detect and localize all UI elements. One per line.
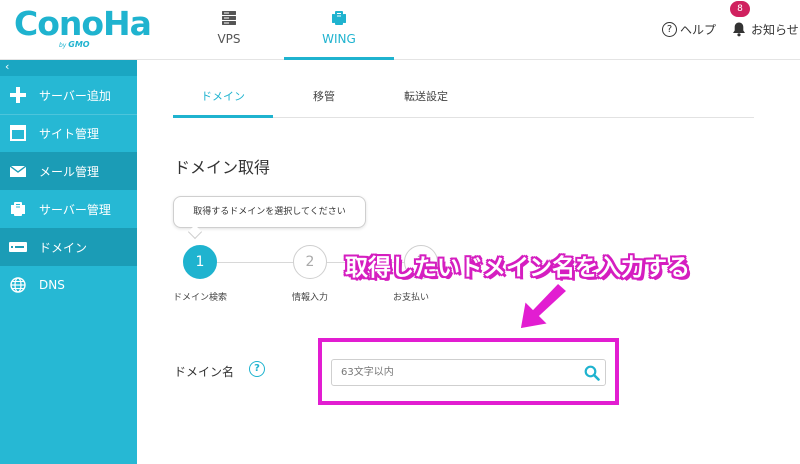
plus-icon [9, 86, 27, 104]
nav-tab-wing[interactable]: WING [284, 0, 394, 60]
help-label: ヘルプ [680, 22, 717, 37]
domain-icon [9, 238, 27, 256]
domain-search-box [331, 359, 606, 386]
step-2-label: 情報入力 [291, 293, 328, 303]
conoha-logo[interactable]: ConoHa by GMO [10, 4, 152, 54]
annotation-caption: 取得したいドメイン名を入力する [345, 255, 690, 281]
nav-tab-vps[interactable]: VPS [174, 0, 284, 60]
step-tooltip: 取得するドメインを選択してください [173, 196, 366, 228]
domain-tabs: ドメイン 移管 転送設定 [173, 80, 754, 118]
step-1-label: ドメイン検索 [172, 293, 227, 303]
sidebar-item-dns[interactable]: DNS [0, 266, 137, 304]
sidebar-item-domain[interactable]: ドメイン [0, 228, 137, 266]
sidebar-item-mail[interactable]: メール管理 [0, 152, 137, 190]
window-icon [9, 124, 27, 142]
tab-forwarding[interactable]: 転送設定 [378, 80, 474, 118]
sidebar-item-label: サーバー追加 [39, 88, 111, 103]
server-icon [9, 200, 27, 218]
sidebar-item-label: サーバー管理 [39, 202, 111, 217]
wing-server-icon [332, 11, 346, 25]
domain-name-label: ドメイン名 [174, 365, 235, 379]
sidebar-item-label: DNS [39, 278, 65, 292]
notice-label: お知らせ [751, 22, 799, 37]
chevron-left-icon: ‹ [5, 60, 10, 73]
top-header: ConoHa by GMO VPS WING ? ヘルプ 8 お知らせ [0, 0, 800, 60]
step-1-circle: 1 [183, 245, 217, 279]
sidebar-item-server[interactable]: サーバー管理 [0, 190, 137, 228]
question-icon[interactable]: ? [249, 361, 265, 377]
help-link[interactable]: ? ヘルプ [662, 19, 716, 39]
page-title: ドメイン取得 [174, 158, 271, 177]
notification-count-badge: 8 [730, 1, 750, 17]
logo-wordmark: ConoHa [14, 4, 152, 43]
logo-by: by [59, 42, 67, 49]
sidebar-collapse-button[interactable]: ‹ [0, 60, 137, 76]
annotation-arrow-icon [519, 281, 569, 330]
logo-gmo: GMO [68, 40, 90, 49]
globe-icon [9, 276, 27, 294]
tab-domain[interactable]: ドメイン [173, 80, 273, 118]
sidebar-item-label: ドメイン [39, 240, 88, 255]
search-icon[interactable] [584, 365, 600, 381]
sidebar: ‹ サーバー追加 サイト管理 メール管理 サーバー管理 ドメイン DNS [0, 60, 137, 464]
server-stack-icon [222, 11, 236, 25]
bell-icon [733, 22, 745, 37]
notice-link[interactable]: お知らせ [731, 19, 799, 39]
step-3-label: お支払い [392, 293, 429, 303]
nav-label-vps: VPS [217, 32, 241, 46]
tab-transfer[interactable]: 移管 [273, 80, 375, 118]
nav-label-wing: WING [322, 32, 356, 46]
step-2-circle: 2 [293, 245, 327, 279]
sidebar-item-site[interactable]: サイト管理 [0, 114, 137, 152]
sidebar-item-label: メール管理 [39, 164, 100, 179]
mail-icon [9, 162, 27, 180]
help-icon: ? [662, 21, 677, 37]
step-connector [216, 262, 294, 263]
logo-byline: by GMO [59, 40, 90, 49]
sidebar-item-add-server[interactable]: サーバー追加 [0, 76, 137, 114]
domain-search-input[interactable] [332, 360, 572, 385]
sidebar-item-label: サイト管理 [39, 126, 100, 141]
